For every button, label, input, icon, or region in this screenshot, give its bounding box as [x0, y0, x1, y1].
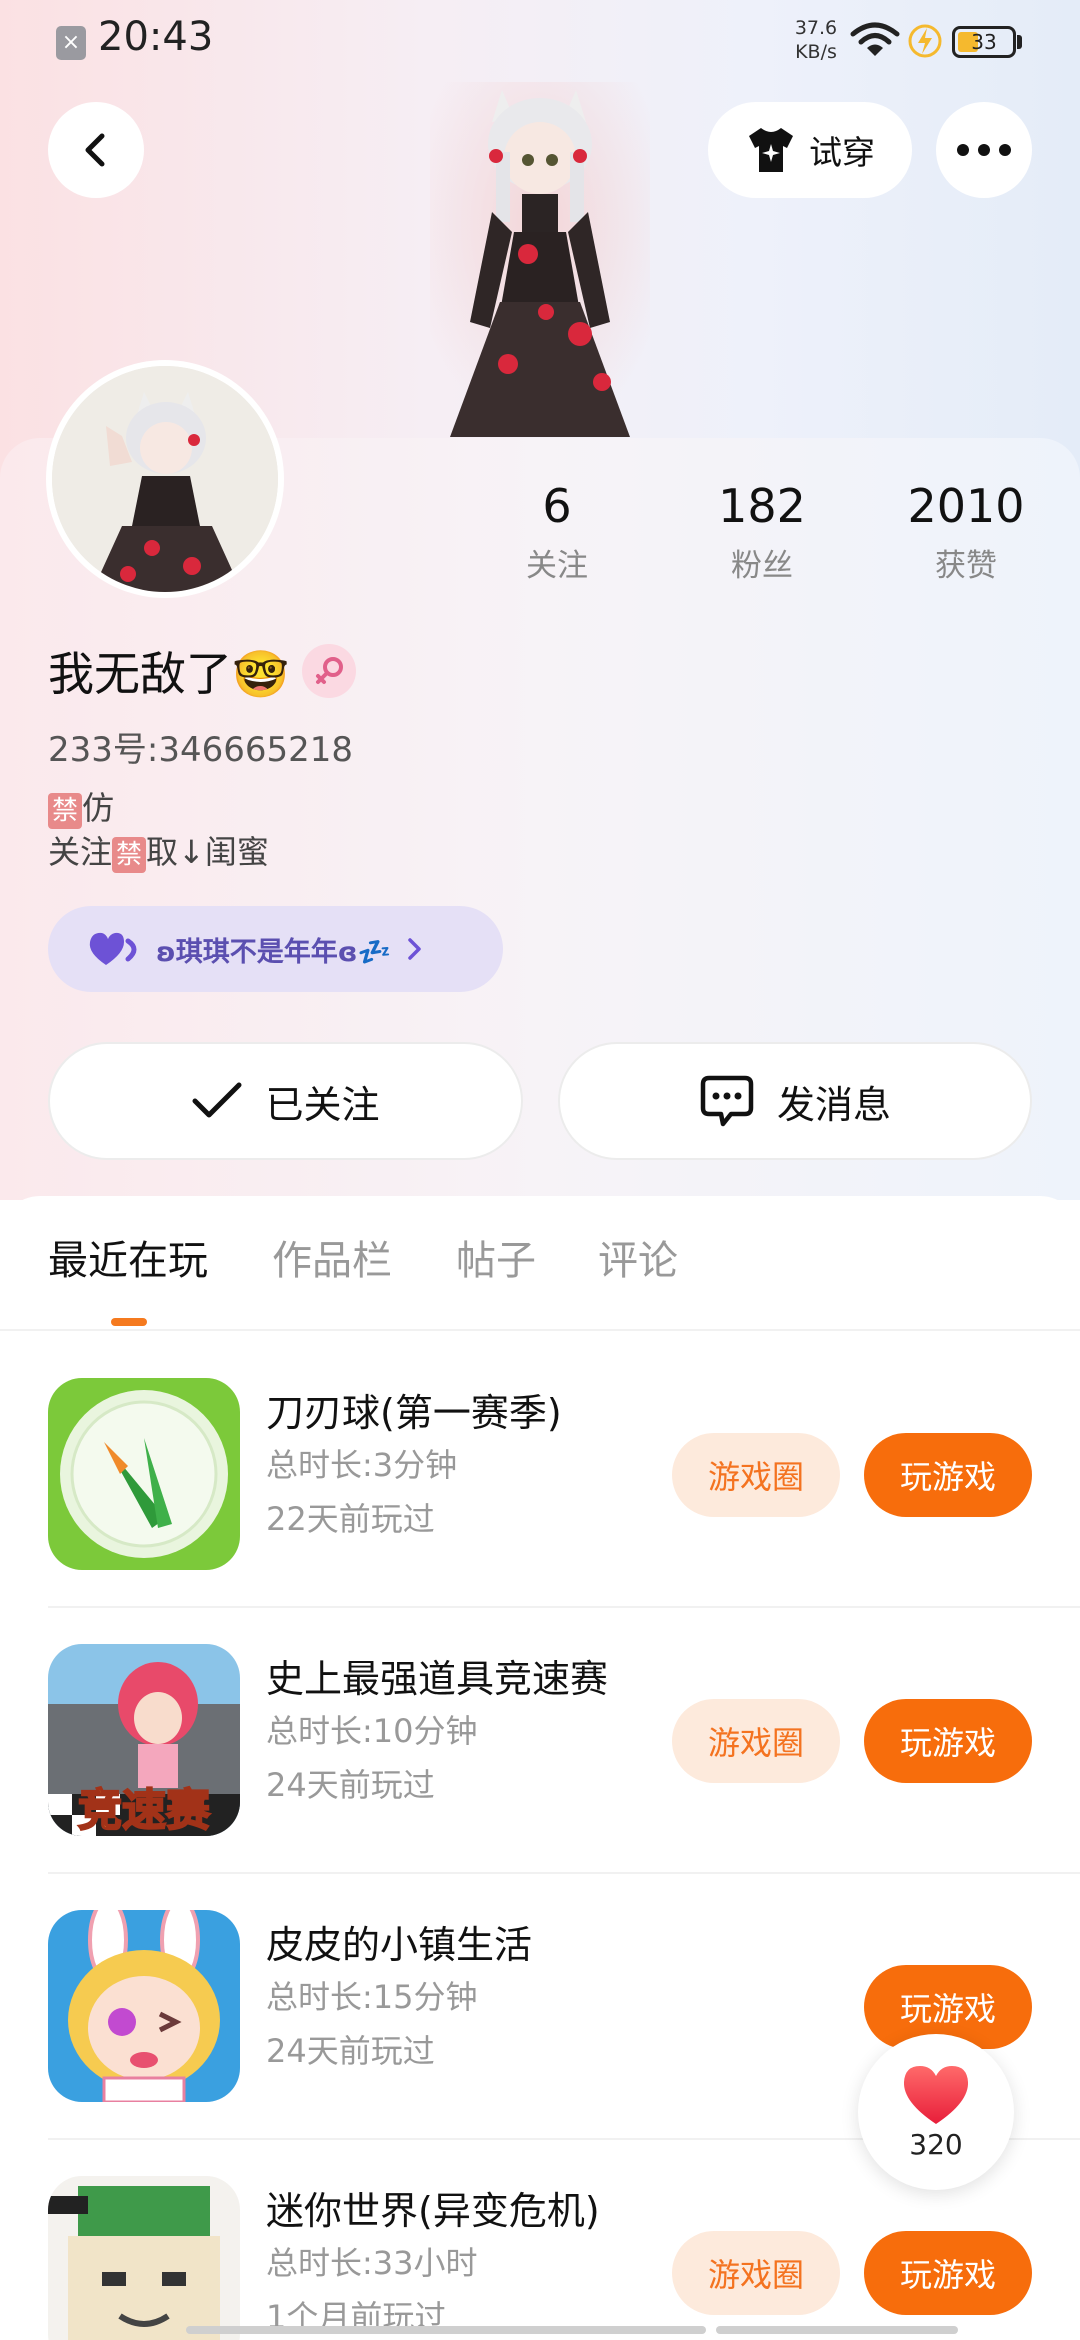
more-dots-icon: [957, 144, 1011, 156]
bunny-girl-icon: [48, 1910, 240, 2102]
status-bar: × 20:43 37.6 KB/s 33: [0, 0, 1080, 80]
wifi-icon: [850, 22, 900, 56]
game-duration: 总时长:15分钟: [266, 1978, 478, 2016]
network-speed: 37.6 KB/s: [794, 17, 838, 63]
home-indicator: [186, 2326, 706, 2334]
close-friend-name: ʚ琪琪不是年年ɞ💤: [156, 936, 392, 968]
profile-tabs: 最近在玩 作品栏 帖子 评论: [0, 1228, 1080, 1328]
purple-heart-icon: [89, 932, 137, 965]
mini-world-icon: [48, 2176, 240, 2340]
game-title: 皮皮的小镇生活: [266, 1923, 533, 1967]
stat-followers-label: 粉丝: [731, 548, 793, 584]
back-button[interactable]: [48, 102, 144, 198]
play-game-button[interactable]: 玩游戏: [864, 1699, 1032, 1783]
stat-following[interactable]: 6 关注: [477, 476, 637, 585]
battery-icon: 33: [952, 26, 1016, 58]
try-on-button[interactable]: 试穿: [708, 102, 912, 198]
game-duration: 总时长:10分钟: [266, 1712, 478, 1750]
game-circle-button[interactable]: 游戏圈: [672, 2231, 840, 2315]
tabs-divider: [0, 1329, 1080, 1331]
chevron-right-icon: [408, 938, 421, 960]
followed-label: 已关注: [265, 1082, 380, 1127]
game-last-played: 24天前玩过: [266, 2032, 435, 2070]
shirt-sparkle-icon: [749, 128, 793, 172]
game-last-played: 22天前玩过: [266, 1500, 435, 1538]
bio-line-1: 禁仿: [48, 786, 269, 830]
tab-recently-played[interactable]: 最近在玩: [48, 1228, 208, 1286]
blade-ball-icon: [48, 1378, 240, 1570]
game-item[interactable]: 刀刃球(第一赛季) 总时长:3分钟 22天前玩过 游戏圈 玩游戏: [0, 1378, 1080, 1644]
try-on-label: 试穿: [809, 133, 875, 172]
avatar-figure-image: [430, 82, 650, 437]
like-button[interactable]: 320: [858, 2034, 1014, 2190]
tab-posts[interactable]: 帖子: [456, 1228, 536, 1286]
race-game-logo-text: 竞速赛: [77, 1784, 211, 1836]
game-circle-button[interactable]: 游戏圈: [672, 1699, 840, 1783]
nickname: 我无敌了🤓: [48, 647, 290, 701]
game-title: 刀刃球(第一赛季): [266, 1391, 562, 1435]
game-item[interactable]: 迷你世界(异变危机) 总时长:33小时 1个月前玩过 游戏圈 玩游戏: [0, 2176, 1080, 2340]
female-icon: [302, 644, 356, 698]
game-duration: 总时长:3分钟: [266, 1446, 458, 1484]
play-game-button[interactable]: 玩游戏: [864, 1433, 1032, 1517]
chevron-left-icon: [85, 133, 105, 167]
game-last-played: 24天前玩过: [266, 1766, 435, 1804]
game-duration: 总时长:33小时: [266, 2244, 478, 2282]
notification-icon: ×: [56, 26, 86, 60]
game-item[interactable]: 竞速赛 史上最强道具竞速赛 总时长:10分钟 24天前玩过 游戏圈 玩游戏: [0, 1644, 1080, 1910]
stat-likes[interactable]: 2010 获赞: [886, 476, 1046, 585]
tab-works[interactable]: 作品栏: [272, 1228, 392, 1286]
game-title: 史上最强道具竞速赛: [266, 1657, 609, 1701]
play-game-button[interactable]: 玩游戏: [864, 2231, 1032, 2315]
send-message-button[interactable]: 发消息: [558, 1042, 1032, 1160]
bio-tag: 禁: [112, 837, 147, 873]
stat-following-label: 关注: [526, 548, 588, 584]
home-indicator-secondary: [716, 2326, 958, 2334]
active-tab-indicator: [111, 1318, 147, 1326]
chat-bubble-icon: [700, 1075, 754, 1127]
stat-followers[interactable]: 182 粉丝: [682, 476, 842, 585]
followed-button[interactable]: 已关注: [48, 1042, 523, 1160]
race-game-icon: 竞速赛: [48, 1644, 240, 1836]
battery-level: 33: [971, 30, 997, 54]
game-title: 迷你世界(异变危机): [266, 2189, 600, 2233]
stat-following-value: 6: [542, 479, 572, 533]
bio-line-2: 关注禁取↓闺蜜: [48, 833, 269, 873]
avatar[interactable]: [46, 360, 284, 598]
close-friend-badge[interactable]: ʚ琪琪不是年年ɞ💤: [48, 906, 503, 992]
avatar-image: [52, 366, 278, 592]
game-circle-button[interactable]: 游戏圈: [672, 1433, 840, 1517]
stat-likes-label: 获赞: [935, 548, 997, 584]
check-icon: [192, 1082, 242, 1118]
status-time: 20:43: [98, 14, 214, 60]
like-count: 320: [909, 2127, 963, 2161]
heart-icon: [903, 2065, 969, 2124]
bio-tag: 禁: [48, 793, 83, 829]
charging-icon: [908, 24, 942, 58]
bio: 禁仿 关注禁取↓闺蜜: [48, 786, 269, 874]
more-options-button[interactable]: [936, 102, 1032, 198]
tab-comments[interactable]: 评论: [598, 1228, 678, 1286]
stat-likes-value: 2010: [907, 479, 1025, 533]
user-id: 233号:346665218: [48, 730, 354, 770]
stat-followers-value: 182: [718, 479, 806, 533]
send-message-label: 发消息: [776, 1082, 891, 1127]
